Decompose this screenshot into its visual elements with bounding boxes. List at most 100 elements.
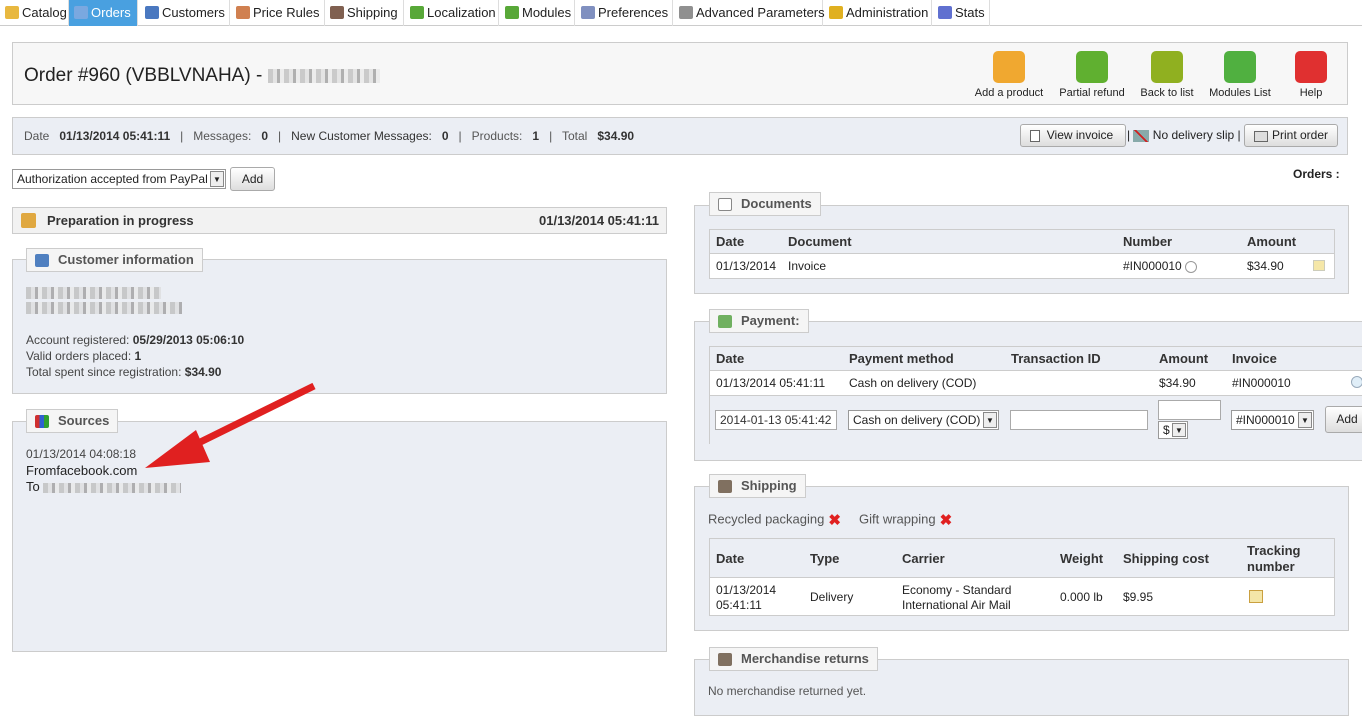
cross-icon: ✖: [828, 512, 841, 529]
catalog-icon: [5, 6, 19, 19]
shipping-weight: 0.000 lb: [1060, 590, 1103, 604]
valid-orders: Valid orders placed: 1: [26, 349, 142, 363]
chevron-down-icon: ▼: [1172, 423, 1186, 437]
shipping-header-row: [710, 539, 1334, 578]
tab-administration[interactable]: Administration: [824, 0, 932, 26]
shipping-table: Date Type Carrier Weight Shipping cost T…: [709, 538, 1335, 616]
cross-icon: ✖: [939, 512, 953, 529]
transaction-id-input[interactable]: [1010, 410, 1148, 430]
tab-advanced-parameters[interactable]: Advanced Parameters: [674, 0, 825, 26]
tab-modules[interactable]: Modules: [500, 0, 575, 26]
refund-icon: [1076, 51, 1108, 83]
customers-icon: [145, 6, 159, 19]
tab-stats[interactable]: Stats: [933, 0, 990, 26]
documents-legend: Documents: [709, 192, 821, 216]
sources-legend: Sources: [26, 409, 119, 433]
redacted-customer-email: [26, 302, 182, 314]
documents-table: Date Document Number Amount 01/13/2014 I…: [709, 229, 1335, 279]
red-arrow-annotation: [145, 382, 316, 468]
tab-preferences[interactable]: Preferences: [576, 0, 673, 26]
tab-localization[interactable]: Localization: [405, 0, 499, 26]
payment-amount: $34.90: [1159, 376, 1196, 390]
wrench-icon: [679, 6, 693, 19]
shipping-type: Delivery: [810, 590, 854, 604]
truck-icon: [718, 480, 732, 493]
print-order-button[interactable]: Print order: [1244, 124, 1338, 147]
add-status-button[interactable]: Add: [230, 167, 275, 191]
shipping-legend: Shipping: [709, 474, 806, 498]
add-product-button[interactable]: Add a product: [973, 51, 1045, 99]
redacted-customer-name: [267, 68, 380, 83]
no-delivery-slip: | No delivery slip |: [1127, 128, 1241, 142]
box-icon: [21, 213, 36, 228]
view-invoice-button[interactable]: View invoice: [1020, 124, 1126, 147]
main-nav: Catalog Orders Customers Price Rules Shi…: [0, 0, 1362, 26]
source-from: Fromfacebook.com: [26, 463, 138, 478]
payment-method: Cash on delivery (COD): [849, 376, 977, 390]
lifebuoy-icon: [1295, 51, 1327, 83]
redacted-customer-name: [26, 287, 161, 299]
recycled-packaging: Recycled packaging ✖: [708, 511, 841, 529]
customer-icon: [35, 254, 49, 267]
payment-invoice-select[interactable]: #IN000010 ▼: [1231, 410, 1314, 430]
invoice-icon: [1030, 130, 1040, 142]
orders-icon: [74, 6, 88, 19]
redacted-source-url: [43, 482, 182, 493]
truck-icon: [718, 653, 732, 666]
back-to-list-button[interactable]: Back to list: [1136, 51, 1198, 99]
add-product-icon: [993, 51, 1025, 83]
money-icon: [718, 315, 732, 328]
order-status-select[interactable]: Authorization accepted from PayPal ▼: [12, 169, 226, 189]
stats-icon: [938, 6, 952, 19]
payment-amount-input[interactable]: [1158, 400, 1221, 420]
shipping-cost: $9.95: [1123, 590, 1154, 604]
detail-icon[interactable]: [1351, 376, 1362, 388]
chart-icon: [35, 415, 49, 428]
tab-price-rules[interactable]: Price Rules: [231, 0, 325, 26]
chevron-down-icon: ▼: [210, 171, 224, 187]
puzzle-icon: [505, 6, 519, 19]
help-button[interactable]: Help: [1291, 51, 1331, 99]
edit-icon[interactable]: [1249, 590, 1263, 603]
tab-shipping[interactable]: Shipping: [325, 0, 404, 26]
payment-legend: Payment:: [709, 309, 809, 333]
modules-list-button[interactable]: Modules List: [1207, 51, 1273, 99]
document-number[interactable]: #IN000010: [1123, 259, 1198, 274]
account-registered: Account registered: 05/29/2013 05:06:10: [26, 333, 245, 347]
document-date: 01/13/2014: [716, 259, 777, 273]
page-title: Order #960 (VBBLVNAHA) -: [24, 65, 380, 87]
tab-catalog[interactable]: Catalog: [0, 0, 69, 26]
total-spent: Total spent since registration: $34.90: [26, 365, 222, 379]
back-icon: [1151, 51, 1183, 83]
payment-invoice: #IN000010: [1232, 376, 1291, 390]
order-state-bar: Preparation in progress 01/13/2014 05:41…: [12, 207, 667, 234]
printer-icon: [1254, 131, 1268, 142]
price-rules-icon: [236, 6, 250, 19]
puzzle-icon: [1224, 51, 1256, 83]
currency-select[interactable]: $ ▼: [1158, 421, 1188, 439]
add-payment-button[interactable]: Add: [1325, 406, 1362, 433]
document-type: Invoice: [788, 259, 827, 273]
key-icon: [829, 6, 843, 19]
no-delivery-icon: [1133, 129, 1150, 142]
partial-refund-button[interactable]: Partial refund: [1056, 51, 1128, 99]
preferences-icon: [581, 6, 595, 19]
tab-customers[interactable]: Customers: [140, 0, 230, 26]
page-header: Order #960 (VBBLVNAHA) - Add a product P…: [12, 42, 1348, 105]
gift-wrapping: Gift wrapping ✖: [859, 511, 953, 529]
returns-legend: Merchandise returns: [709, 647, 878, 671]
truck-icon: [330, 6, 344, 19]
tab-orders[interactable]: Orders: [69, 0, 138, 26]
source-to: To: [26, 479, 182, 494]
payment-method-select[interactable]: Cash on delivery (COD) ▼: [848, 410, 999, 430]
note-icon[interactable]: [1313, 260, 1325, 271]
chevron-down-icon: ▼: [983, 412, 997, 428]
source-date: 01/13/2014 04:08:18: [26, 447, 137, 461]
shipping-date: 01/13/2014 05:41:11: [716, 583, 777, 612]
view-icon[interactable]: [1185, 260, 1198, 273]
chevron-down-icon: ▼: [1298, 412, 1312, 428]
returns-text: No merchandise returned yet.: [708, 684, 867, 698]
payment-date-input[interactable]: 2014-01-13 05:41:42: [715, 410, 837, 430]
document-amount: $34.90: [1247, 259, 1284, 273]
shipping-carrier: Economy - Standard International Air Mail: [902, 583, 1012, 612]
